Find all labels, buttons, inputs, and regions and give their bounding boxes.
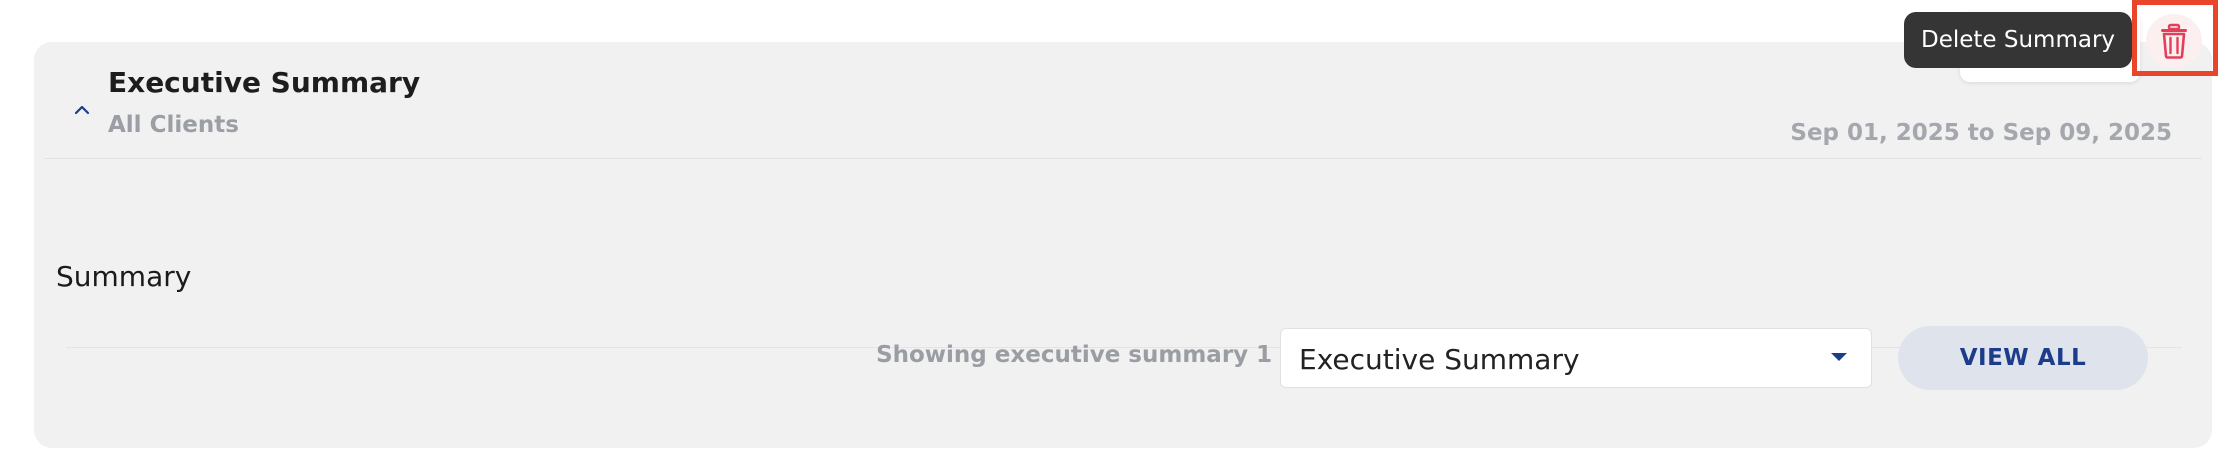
pagination-status: Showing executive summary 1 of 1 [876,342,1330,368]
caret-down-icon [1831,353,1847,361]
delete-summary-button[interactable] [2146,14,2202,68]
collapse-toggle-button[interactable] [64,92,100,128]
executive-summary-card: Executive Summary All Clients Sep 01, 20… [34,42,2212,448]
page: Executive Summary All Clients Sep 01, 20… [0,0,2236,472]
chevron-up-icon [74,105,90,115]
header-divider [44,158,2202,159]
card-title: Executive Summary [108,66,421,99]
summary-section-label: Summary [56,260,192,293]
trash-icon [2161,23,2187,59]
summary-select-value: Executive Summary [1299,343,1580,376]
card-subtitle: All Clients [108,112,239,138]
summary-select[interactable]: Executive Summary [1280,328,1872,388]
date-range: Sep 01, 2025 to Sep 09, 2025 [1790,120,2172,146]
view-all-button[interactable]: VIEW ALL [1898,326,2148,390]
delete-tooltip: Delete Summary [1904,12,2132,68]
